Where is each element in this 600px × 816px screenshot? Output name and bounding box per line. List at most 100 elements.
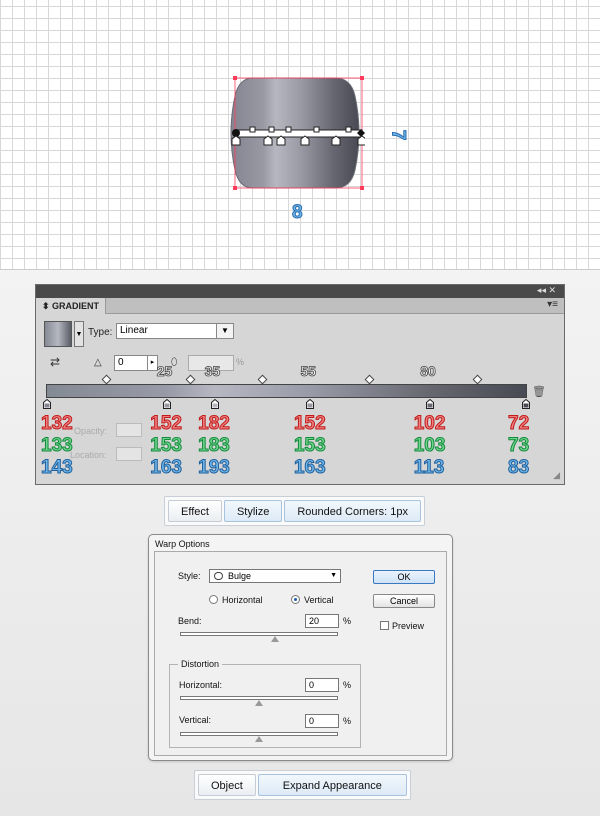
tab-gradient[interactable]: ⬍ GRADIENT	[36, 298, 107, 314]
bend-slider[interactable]	[180, 632, 338, 636]
type-value: Linear	[120, 325, 148, 336]
horizontal-distortion-thumb[interactable]	[255, 700, 263, 706]
trash-icon[interactable]: 🗑	[532, 385, 546, 398]
rgb-green-value: 153	[150, 435, 183, 457]
crumb-object[interactable]: Object	[198, 774, 256, 796]
midpoint-diamond[interactable]	[472, 374, 483, 385]
midpoint-diamond[interactable]	[101, 374, 112, 385]
vertical-distortion-thumb[interactable]	[255, 736, 263, 742]
rgb-red-value: 72	[507, 413, 530, 435]
collapse-icon[interactable]: ◂◂ ✕	[537, 285, 556, 296]
midpoint-diamond[interactable]	[185, 374, 196, 385]
rgb-blue-value: 163	[150, 457, 183, 479]
resize-grip-icon[interactable]: ◢	[553, 470, 560, 481]
vertical-radio-label[interactable]: Vertical	[304, 595, 334, 605]
panel-topbar[interactable]: ◂◂ ✕	[36, 285, 564, 298]
opacity-label: Opacity:	[74, 426, 108, 436]
rgb-red-value: 182	[198, 413, 231, 435]
gradient-stop[interactable]	[210, 399, 219, 409]
rgb-blue-value: 163	[293, 457, 326, 479]
chevron-down-icon: ▼	[216, 324, 233, 338]
crumb-expand-appearance[interactable]: Expand Appearance	[257, 774, 407, 796]
rgb-blue-value: 193	[198, 457, 231, 479]
distortion-label: Distortion	[178, 659, 223, 669]
stop-position-label: 35	[204, 363, 221, 380]
bend-slider-thumb[interactable]	[271, 636, 279, 642]
gradient-swatch[interactable]	[44, 321, 72, 347]
gradient-panel: ◂◂ ✕ ⬍ GRADIENT ▾≡ ▼ Type: Linear ▼ ⇄ △ …	[35, 284, 565, 485]
angle-icon: △	[94, 357, 102, 368]
bend-label: Bend:	[178, 616, 202, 626]
warp-options-dialog: Warp Options Style: Bulge ▼ Horizontal V…	[148, 534, 453, 761]
gradient-stop[interactable]	[522, 399, 530, 409]
dialog-body: Style: Bulge ▼ Horizontal Vertical Bend:…	[154, 551, 447, 756]
rgb-green-value: 73	[507, 435, 530, 457]
style-select[interactable]: Bulge ▼	[209, 569, 341, 583]
crumb-stylize[interactable]: Stylize	[223, 500, 283, 522]
midpoint-diamond[interactable]	[364, 374, 375, 385]
horizontal-distortion-unit: %	[343, 680, 352, 690]
location-field[interactable]	[116, 447, 142, 461]
gradient-slider[interactable]	[46, 384, 527, 398]
vertical-radio[interactable]	[291, 595, 300, 604]
type-label: Type:	[88, 327, 113, 338]
gradient-shape[interactable]	[225, 70, 365, 196]
ok-button[interactable]: OK	[373, 570, 435, 584]
horizontal-distortion-input[interactable]: 0	[305, 678, 339, 692]
artboard-canvas[interactable]: 7 8	[0, 0, 600, 270]
dialog-title: Warp Options	[155, 539, 210, 549]
horizontal-distortion-label: Horizontal:	[179, 680, 223, 690]
horizontal-radio[interactable]	[209, 595, 218, 604]
rgb-blue-value: 143	[41, 457, 74, 479]
stop-position-label: 80	[420, 363, 436, 380]
bend-value: 20	[309, 616, 320, 626]
rgb-blue-value: 83	[507, 457, 530, 479]
stop-position-label: 55	[300, 363, 317, 380]
bend-unit: %	[343, 616, 352, 626]
preview-label[interactable]: Preview	[392, 621, 424, 631]
preview-checkbox[interactable]	[380, 621, 389, 630]
cancel-button[interactable]: Cancel	[373, 594, 435, 608]
rgb-red-value: 102	[413, 413, 446, 435]
panel-tab-row: ⬍ GRADIENT ▾≡	[36, 298, 564, 314]
rgb-green-value: 183	[198, 435, 231, 457]
gradient-stop[interactable]	[306, 399, 315, 409]
gradient-stop[interactable]	[43, 399, 51, 409]
rgb-blue-value: 113	[413, 457, 445, 479]
distortion-group: Distortion Horizontal: 0 % Vertical: 0 %	[169, 659, 361, 748]
rgb-red-value: 152	[293, 413, 326, 435]
vertical-distortion-label: Vertical:	[179, 715, 212, 725]
angle-stepper-icon[interactable]: ▸	[147, 356, 157, 370]
bulge-icon	[214, 572, 223, 580]
location-label: Location:	[70, 450, 107, 460]
vertical-distortion-unit: %	[343, 716, 352, 726]
horizontal-radio-label[interactable]: Horizontal	[222, 595, 263, 605]
rgb-green-value: 103	[413, 435, 446, 457]
opacity-field[interactable]	[116, 423, 142, 437]
rgb-red-value: 152	[150, 413, 183, 435]
shape-bottom-annotation: 8	[292, 202, 304, 224]
aspect-unit: %	[236, 357, 245, 367]
rgb-red-value: 132	[41, 413, 74, 435]
panel-title: GRADIENT	[52, 301, 100, 311]
angle-input[interactable]: 0 ▸	[114, 355, 158, 371]
type-select[interactable]: Linear ▼	[116, 323, 234, 339]
chevron-down-icon: ▼	[330, 572, 337, 579]
rgb-green-value: 133	[41, 435, 74, 457]
gradient-stop[interactable]	[162, 399, 171, 409]
bend-input[interactable]: 20	[305, 614, 339, 628]
style-label: Style:	[178, 571, 201, 581]
gradient-stop[interactable]	[426, 399, 435, 409]
horizontal-distortion-value: 0	[309, 680, 315, 690]
midpoint-diamond[interactable]	[257, 374, 267, 385]
crumb-rounded-corners[interactable]: Rounded Corners: 1px	[284, 500, 422, 522]
panel-menu-icon[interactable]: ▾≡	[547, 299, 558, 310]
swatch-dropdown-arrow[interactable]: ▼	[74, 321, 84, 347]
vertical-distortion-input[interactable]: 0	[305, 714, 339, 728]
menu-path-effect: Effect Stylize Rounded Corners: 1px	[164, 496, 426, 526]
vertical-distortion-value: 0	[309, 716, 315, 726]
crumb-effect[interactable]: Effect	[168, 500, 222, 522]
style-value: Bulge	[228, 571, 252, 581]
reverse-gradient-icon[interactable]: ⇄	[50, 355, 66, 371]
stop-position-label: 25	[156, 363, 173, 380]
